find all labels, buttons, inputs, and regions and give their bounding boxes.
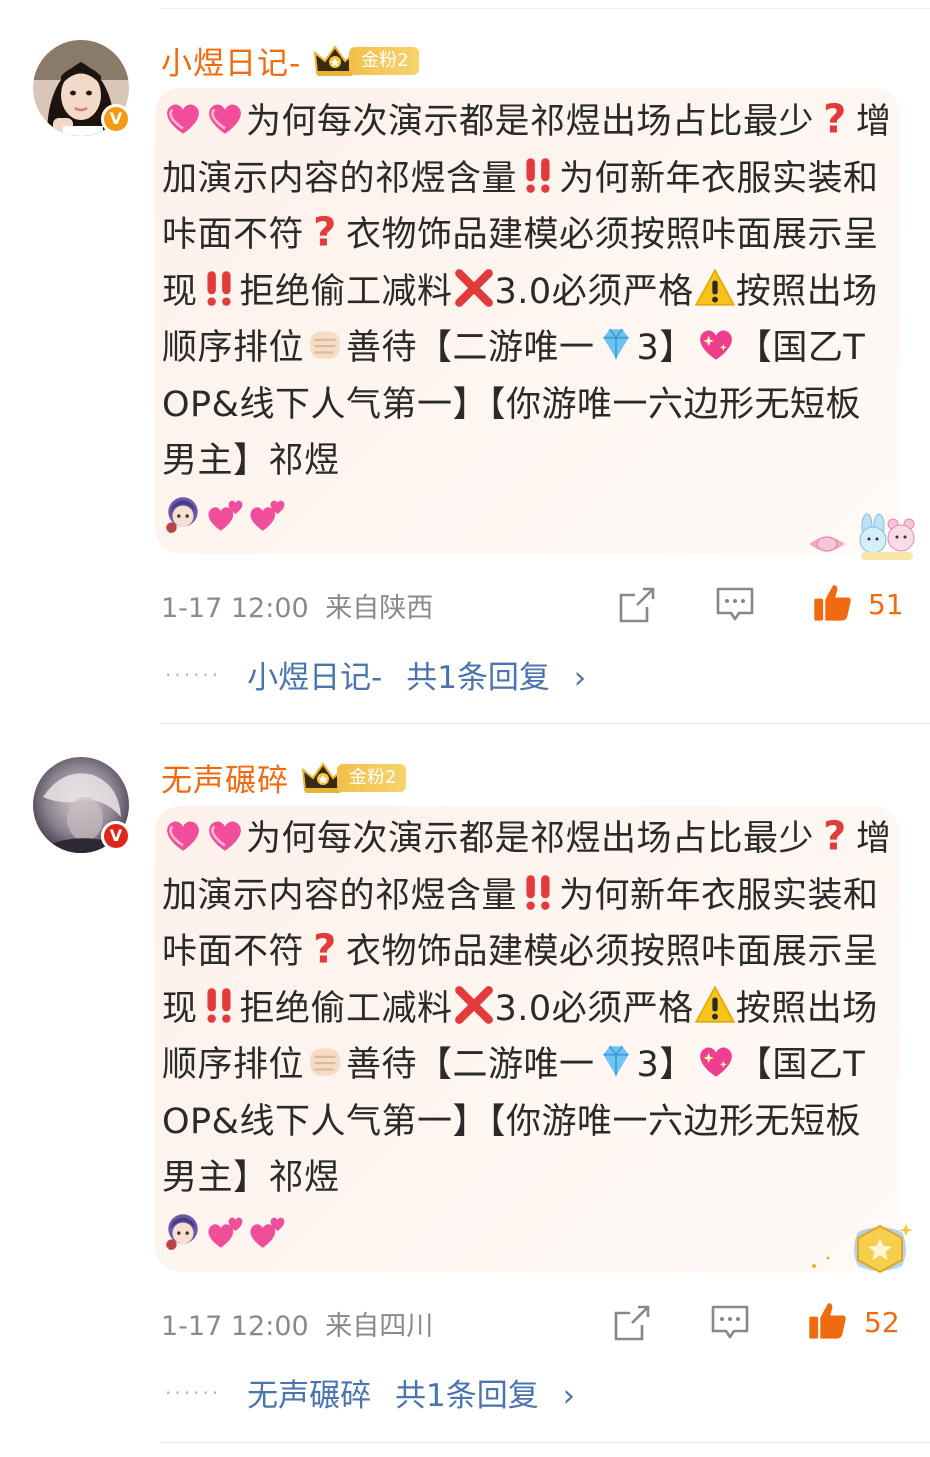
gem-icon <box>602 1045 629 1076</box>
location: 来自四川 <box>325 1311 434 1342</box>
cross-mark-icon <box>454 985 493 1024</box>
share-icon[interactable] <box>617 585 657 625</box>
text-segment: 善待【二游唯一 <box>346 1045 595 1085</box>
like-thumb-icon[interactable] <box>806 1299 850 1343</box>
gold-star-badge-icon <box>812 1224 913 1274</box>
red-question-icon: ? <box>823 97 847 139</box>
chevron-right-icon: › <box>562 1378 576 1414</box>
fist-bump-icon <box>310 331 340 359</box>
name-row: 无声碾碎 金粉2 <box>161 755 407 800</box>
text-segment: 善待【二游唯一 <box>346 328 595 368</box>
text-segment: 拒绝偷工减料 <box>239 271 453 312</box>
warning-icon <box>694 985 735 1023</box>
comment-text: 为何每次演示都是祁煜出场占比最少? 增加演示内容的祁煜含量 为何新年衣服实装和咔面不… <box>162 94 892 546</box>
username[interactable]: 小煜日记- <box>161 38 301 83</box>
comment-icon[interactable] <box>715 585 755 625</box>
sparkling-heart-icon <box>699 330 732 360</box>
reply-link[interactable]: 小煜日记- 共1条回复 › <box>247 652 586 697</box>
heartbeat-icon <box>209 821 241 851</box>
heartbeat-icon <box>167 104 199 134</box>
comment-icon[interactable] <box>710 1303 750 1343</box>
text-segment: 为何每次演示都是祁煜出场占比最少 <box>246 102 815 142</box>
svg-text:?: ? <box>313 210 337 252</box>
chibi-character-icon <box>166 496 198 533</box>
reply-user: 小煜日记- <box>247 660 383 696</box>
comment-meta: 1-17 12:00 来自四川 <box>161 1304 433 1343</box>
cross-mark-icon <box>454 268 493 307</box>
double-exclamation-icon <box>526 874 550 910</box>
verified-v-icon: V <box>101 821 131 851</box>
reply-link[interactable]: 无声碾碎 共1条回复 › <box>247 1370 575 1415</box>
avatar[interactable]: V <box>33 40 131 136</box>
fan-level-label: 金粉2 <box>349 46 419 75</box>
fan-badge[interactable]: 金粉2 <box>301 760 407 796</box>
reply-summary[interactable]: ······ 小煜日记- 共1条回复 › <box>165 652 586 697</box>
double-exclamation-icon <box>526 157 550 193</box>
warning-icon <box>694 268 735 306</box>
two-hearts-icon <box>250 1217 285 1248</box>
svg-text:?: ? <box>313 927 337 969</box>
text-segment: 拒绝偷工减料 <box>239 988 453 1029</box>
svg-text:?: ? <box>823 97 847 139</box>
timestamp: 1-17 12:00 <box>161 1311 309 1342</box>
text-segment: 3】 <box>636 1045 695 1085</box>
location: 来自陕西 <box>325 593 434 624</box>
heartbeat-icon <box>167 821 199 851</box>
reply-summary[interactable]: ······ 无声碾碎 共1条回复 › <box>165 1370 575 1415</box>
dots-icon: ······ <box>165 1380 222 1405</box>
avatar[interactable]: V <box>33 757 131 853</box>
svg-text:?: ? <box>823 814 847 856</box>
two-hearts-icon <box>250 500 285 531</box>
red-question-icon: ? <box>313 210 337 252</box>
red-question-icon: ? <box>823 814 847 856</box>
share-icon[interactable] <box>612 1303 652 1343</box>
reply-count: 共1条回复 <box>406 660 550 696</box>
fist-bump-icon <box>310 1048 340 1076</box>
two-hearts-icon <box>208 500 243 531</box>
heartbeat-icon <box>209 104 241 134</box>
text-segment: 为何每次演示都是祁煜出场占比最少 <box>246 819 815 859</box>
like-thumb-icon[interactable] <box>811 581 855 625</box>
like-count: 51 <box>868 588 904 621</box>
chevron-right-icon: › <box>573 660 587 696</box>
fan-badge[interactable]: 金粉2 <box>313 43 419 79</box>
timestamp: 1-17 12:00 <box>161 593 309 624</box>
like-count: 52 <box>864 1306 900 1339</box>
text-segment: 3】 <box>636 328 695 368</box>
top-divider <box>160 8 930 9</box>
verified-v-icon: V <box>101 104 131 134</box>
dots-icon: ······ <box>165 662 222 687</box>
red-question-icon: ? <box>313 927 337 969</box>
text-segment: 3.0必须严格 <box>494 988 694 1029</box>
sparkling-heart-icon <box>699 1047 732 1077</box>
reply-user: 无声碾碎 <box>247 1378 372 1414</box>
double-exclamation-icon <box>206 987 231 1023</box>
two-hearts-icon <box>208 1217 243 1248</box>
bunny-bear-sticker-icon <box>809 513 915 560</box>
chibi-character-icon <box>166 1213 198 1250</box>
comment-text: 为何每次演示都是祁煜出场占比最少? 增加演示内容的祁煜含量 为何新年衣服实装和咔面不… <box>162 811 892 1263</box>
reply-count: 共1条回复 <box>395 1378 539 1414</box>
comment-divider <box>160 723 930 724</box>
text-segment: 3.0必须严格 <box>494 271 694 312</box>
gem-icon <box>602 328 629 359</box>
double-exclamation-icon <box>206 270 231 306</box>
username[interactable]: 无声碾碎 <box>161 755 289 800</box>
comment-divider <box>160 1442 930 1443</box>
name-row: 小煜日记- 金粉2 <box>161 38 419 83</box>
fan-level-label: 金粉2 <box>337 763 407 792</box>
comment-meta: 1-17 12:00 来自陕西 <box>161 586 433 625</box>
